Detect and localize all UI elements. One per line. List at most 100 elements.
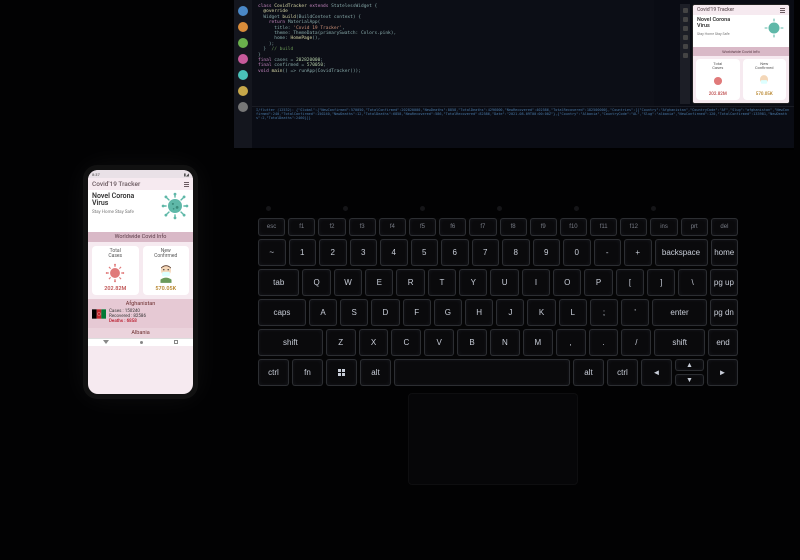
- android-emulator[interactable]: Covid'19 Tracker Novel Corona Virus Stay…: [692, 4, 790, 104]
- key-I[interactable]: I: [522, 269, 550, 296]
- key-f2[interactable]: f2: [318, 218, 345, 236]
- key-/[interactable]: /: [621, 329, 651, 356]
- activity-icon[interactable]: [238, 102, 248, 112]
- key-6[interactable]: 6: [441, 239, 469, 266]
- key-Z[interactable]: Z: [326, 329, 356, 356]
- activity-icon[interactable]: [238, 54, 248, 64]
- key-1[interactable]: 1: [289, 239, 317, 266]
- key-shift[interactable]: shift: [258, 329, 323, 356]
- key-[[interactable]: [: [616, 269, 644, 296]
- key-][interactable]: ]: [647, 269, 675, 296]
- country-albania[interactable]: Albania: [88, 328, 193, 338]
- activity-icon[interactable]: [238, 38, 248, 48]
- key-Y[interactable]: Y: [459, 269, 487, 296]
- activity-icon[interactable]: [238, 70, 248, 80]
- key-f12[interactable]: f12: [620, 218, 647, 236]
- key-R[interactable]: R: [396, 269, 424, 296]
- key-home[interactable]: home: [711, 239, 739, 266]
- key-f6[interactable]: f6: [439, 218, 466, 236]
- key-4[interactable]: 4: [380, 239, 408, 266]
- key-f11[interactable]: f11: [590, 218, 617, 236]
- laptop-keyboard[interactable]: escf1f2f3f4f5f6f7f8f9f10f11f12insprtdel~…: [258, 218, 738, 383]
- code-editor[interactable]: class CovidTracker extends StatelessWidg…: [252, 0, 654, 108]
- key-9[interactable]: 9: [533, 239, 561, 266]
- key-shift[interactable]: shift: [654, 329, 705, 356]
- key-'[interactable]: ': [621, 299, 649, 326]
- key-pg dn[interactable]: pg dn: [710, 299, 738, 326]
- key-f10[interactable]: f10: [560, 218, 587, 236]
- key-tab[interactable]: tab: [258, 269, 299, 296]
- key-3[interactable]: 3: [350, 239, 378, 266]
- key-arrow-left[interactable]: ◄: [641, 359, 672, 386]
- key-E[interactable]: E: [365, 269, 393, 296]
- key-prt[interactable]: prt: [681, 218, 708, 236]
- key-space[interactable]: [394, 359, 570, 386]
- key-caps[interactable]: caps: [258, 299, 306, 326]
- activity-icon[interactable]: [238, 6, 248, 16]
- key-P[interactable]: P: [584, 269, 612, 296]
- key-enter[interactable]: enter: [652, 299, 706, 326]
- key-alt[interactable]: alt: [573, 359, 604, 386]
- key-J[interactable]: J: [496, 299, 524, 326]
- activity-icon[interactable]: [238, 22, 248, 32]
- key-f3[interactable]: f3: [349, 218, 376, 236]
- key-f7[interactable]: f7: [469, 218, 496, 236]
- new-confirmed-card[interactable]: New Confirmed 570.05K: [143, 246, 190, 295]
- key-;[interactable]: ;: [590, 299, 618, 326]
- key-Q[interactable]: Q: [302, 269, 330, 296]
- activity-icon[interactable]: [238, 86, 248, 96]
- key-0[interactable]: 0: [563, 239, 591, 266]
- key-L[interactable]: L: [559, 299, 587, 326]
- menu-icon[interactable]: [184, 182, 189, 187]
- key-~[interactable]: ~: [258, 239, 286, 266]
- new-confirmed-card[interactable]: New Confirmed 570.05K: [743, 59, 787, 100]
- key-f8[interactable]: f8: [500, 218, 527, 236]
- key-f4[interactable]: f4: [379, 218, 406, 236]
- key-arrow-up[interactable]: ▲: [675, 359, 704, 371]
- key-end[interactable]: end: [708, 329, 738, 356]
- terminal-panel[interactable]: I/flutter (12532): {"Global":{"NewConfir…: [252, 106, 794, 148]
- menu-icon[interactable]: [780, 8, 785, 13]
- key-H[interactable]: H: [465, 299, 493, 326]
- key-windows[interactable]: [326, 359, 357, 386]
- total-cases-card[interactable]: Total Cases 202.82M: [696, 59, 740, 100]
- back-icon[interactable]: [103, 340, 109, 344]
- key-M[interactable]: M: [523, 329, 553, 356]
- key-arrow-down[interactable]: ▼: [675, 374, 704, 386]
- key-ins[interactable]: ins: [650, 218, 677, 236]
- key-arrow-right[interactable]: ►: [707, 359, 738, 386]
- key-A[interactable]: A: [309, 299, 337, 326]
- key-D[interactable]: D: [371, 299, 399, 326]
- key-esc[interactable]: esc: [258, 218, 285, 236]
- key-pg up[interactable]: pg up: [710, 269, 738, 296]
- key-C[interactable]: C: [391, 329, 421, 356]
- key-.[interactable]: .: [589, 329, 619, 356]
- key-T[interactable]: T: [428, 269, 456, 296]
- total-cases-card[interactable]: Total Cases 202.82M: [92, 246, 139, 295]
- key-V[interactable]: V: [424, 329, 454, 356]
- key-W[interactable]: W: [334, 269, 362, 296]
- country-afghanistan[interactable]: Afghanistan Cases : 150240 Recovered : 8…: [88, 299, 193, 328]
- key-fn[interactable]: fn: [292, 359, 323, 386]
- key-f5[interactable]: f5: [409, 218, 436, 236]
- key-7[interactable]: 7: [472, 239, 500, 266]
- key-alt[interactable]: alt: [360, 359, 391, 386]
- country-afghanistan[interactable]: Afghanistan Cases : 150240 Recovered : 8…: [693, 103, 789, 104]
- key-f1[interactable]: f1: [288, 218, 315, 236]
- key-+[interactable]: +: [624, 239, 652, 266]
- key-N[interactable]: N: [490, 329, 520, 356]
- key-5[interactable]: 5: [411, 239, 439, 266]
- laptop-touchpad[interactable]: [408, 393, 578, 485]
- key-U[interactable]: U: [490, 269, 518, 296]
- key-backspace[interactable]: backspace: [655, 239, 708, 266]
- key-2[interactable]: 2: [319, 239, 347, 266]
- key-B[interactable]: B: [457, 329, 487, 356]
- key-ctrl[interactable]: ctrl: [607, 359, 638, 386]
- key-G[interactable]: G: [434, 299, 462, 326]
- key-del[interactable]: del: [711, 218, 738, 236]
- key-8[interactable]: 8: [502, 239, 530, 266]
- key-ctrl[interactable]: ctrl: [258, 359, 289, 386]
- key--[interactable]: -: [594, 239, 622, 266]
- key-\[interactable]: \: [678, 269, 706, 296]
- key-X[interactable]: X: [359, 329, 389, 356]
